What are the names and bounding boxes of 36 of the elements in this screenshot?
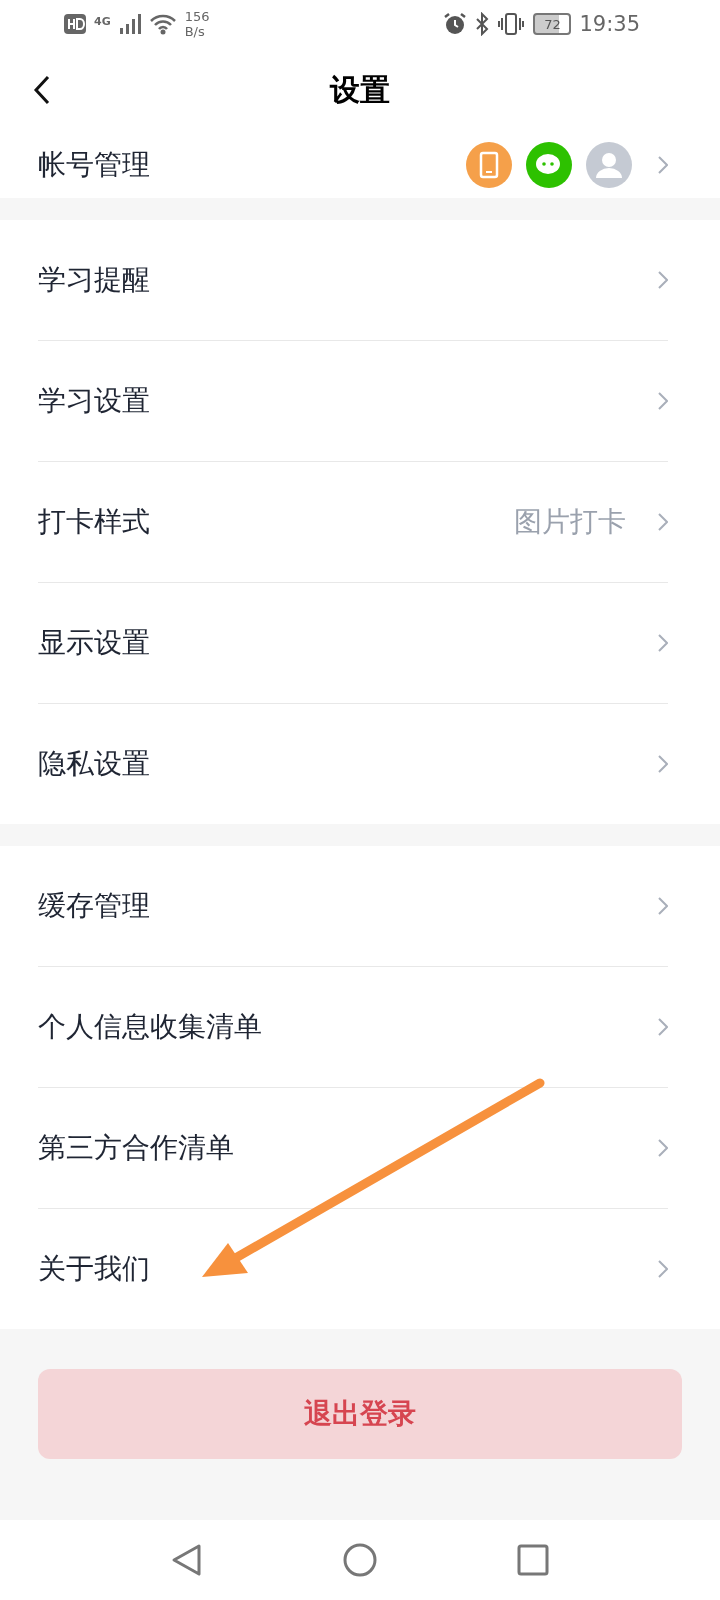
speed-value: 156 (184, 9, 210, 24)
home-nav-icon[interactable] (343, 1543, 377, 1577)
settings-item[interactable]: 个人信息收集清单 (38, 967, 668, 1088)
settings-item[interactable]: 学习提醒 (38, 220, 668, 341)
chevron-icon (658, 513, 668, 531)
chevron-icon (658, 1018, 668, 1036)
chevron-icon (658, 634, 668, 652)
chevron-icon (658, 1139, 668, 1157)
vibrate-icon (497, 12, 526, 36)
item-value: 图片打卡 (514, 504, 626, 540)
chevron-icon (658, 392, 668, 410)
settings-item[interactable]: 显示设置 (38, 583, 668, 704)
recents-nav-icon[interactable] (517, 1544, 549, 1576)
speed-unit: B/s (184, 24, 206, 39)
battery-icon: 72 (533, 13, 572, 35)
settings-item[interactable]: 缓存管理 (38, 846, 668, 967)
back-icon[interactable] (32, 74, 52, 106)
hd-icon (64, 14, 86, 34)
network-type: 4G (94, 15, 111, 28)
bluetooth-icon (475, 12, 490, 36)
chevron-icon (658, 897, 668, 915)
wifi-icon (148, 13, 177, 35)
clock-time: 19:35 (579, 12, 640, 36)
chevron-icon (658, 156, 668, 174)
settings-item[interactable]: 关于我们 (38, 1209, 668, 1329)
settings-item[interactable]: 隐私设置 (38, 704, 668, 824)
back-nav-icon[interactable] (171, 1543, 203, 1577)
alarm-icon (443, 12, 468, 36)
chevron-icon (658, 755, 668, 773)
signal-icon (118, 14, 141, 34)
chevron-icon (658, 1260, 668, 1278)
settings-item[interactable]: 打卡样式 图片打卡 (38, 462, 668, 583)
settings-item[interactable]: 第三方合作清单 (38, 1088, 668, 1209)
chevron-icon (658, 271, 668, 289)
page-title: 设置 (330, 70, 390, 109)
settings-item[interactable]: 学习设置 (38, 341, 668, 462)
